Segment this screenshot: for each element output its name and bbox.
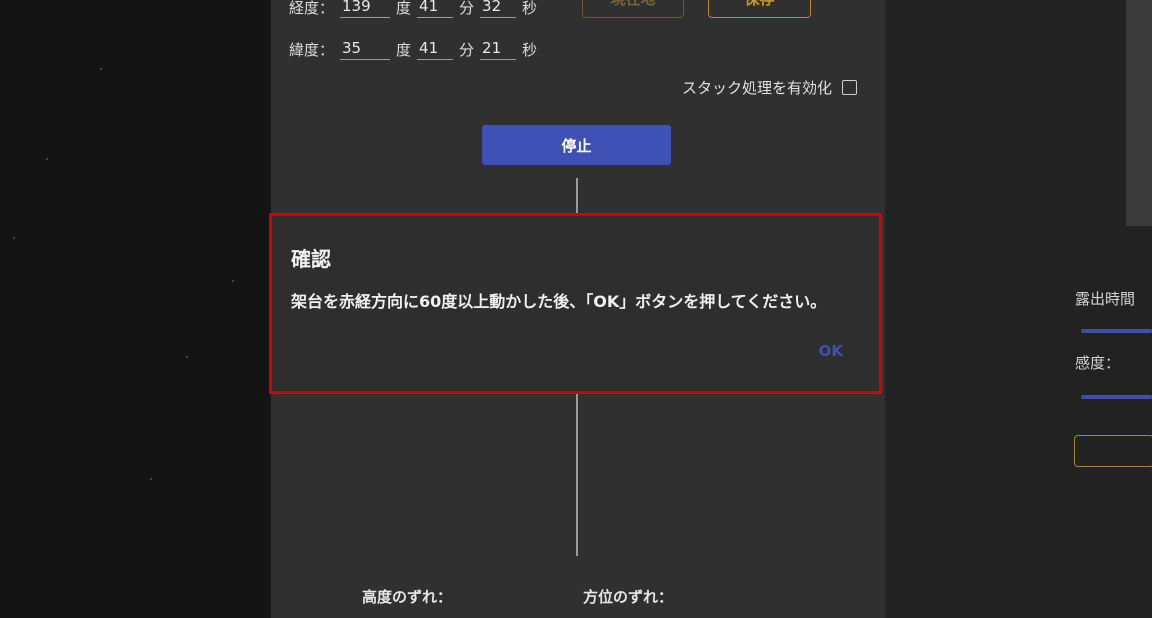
camera-action-button[interactable]: [1074, 435, 1152, 467]
second-unit: 秒: [522, 41, 538, 59]
latitude-minute-input[interactable]: 41: [417, 39, 454, 60]
latitude-label: 緯度：: [289, 41, 335, 59]
second-unit: 秒: [522, 0, 538, 17]
stacking-checkbox[interactable]: [842, 80, 857, 95]
azimuth-deviation-label: 方位のずれ：: [583, 588, 674, 606]
altitude-deviation-label: 高度のずれ：: [362, 588, 453, 606]
sensitivity-slider[interactable]: [1081, 395, 1152, 399]
camera-preview: [1126, 0, 1152, 226]
minute-unit: 分: [459, 0, 475, 17]
starfield-background: [0, 0, 271, 618]
latitude-second-input[interactable]: 21: [480, 39, 517, 60]
confirm-dialog: 確認 架台を赤経方向に60度以上動かした後、「OK」ボタンを押してください。 O…: [269, 213, 882, 394]
minute-unit: 分: [459, 41, 475, 59]
sensitivity-label: 感度：: [1075, 354, 1121, 372]
alignment-line-upper: [576, 178, 578, 214]
longitude-row: 経度： 139 度 41 分 32 秒: [289, 0, 543, 18]
stacking-label: スタック処理を有効化: [681, 79, 832, 97]
stop-button[interactable]: 停止: [482, 125, 671, 165]
alignment-line-lower: [576, 394, 578, 556]
latitude-row: 緯度： 35 度 41 分 21 秒: [289, 36, 543, 60]
ok-button[interactable]: OK: [819, 342, 843, 360]
dialog-message: 架台を赤経方向に60度以上動かした後、「OK」ボタンを押してください。: [291, 292, 827, 311]
degree-unit: 度: [396, 41, 412, 59]
latitude-degree-input[interactable]: 35: [340, 39, 391, 60]
save-button[interactable]: 保存: [708, 0, 811, 18]
camera-settings-area: 露出時間 感度：: [885, 0, 1152, 618]
dialog-title: 確認: [291, 247, 331, 271]
longitude-degree-input[interactable]: 139: [340, 0, 391, 18]
current-location-button[interactable]: 現在地: [582, 0, 684, 18]
longitude-label: 経度：: [289, 0, 335, 17]
exposure-slider[interactable]: [1081, 329, 1152, 333]
stacking-toggle-row: スタック処理を有効化: [682, 77, 857, 98]
longitude-minute-input[interactable]: 41: [417, 0, 454, 18]
exposure-label: 露出時間: [1075, 290, 1136, 308]
longitude-second-input[interactable]: 32: [480, 0, 517, 18]
degree-unit: 度: [396, 0, 412, 17]
